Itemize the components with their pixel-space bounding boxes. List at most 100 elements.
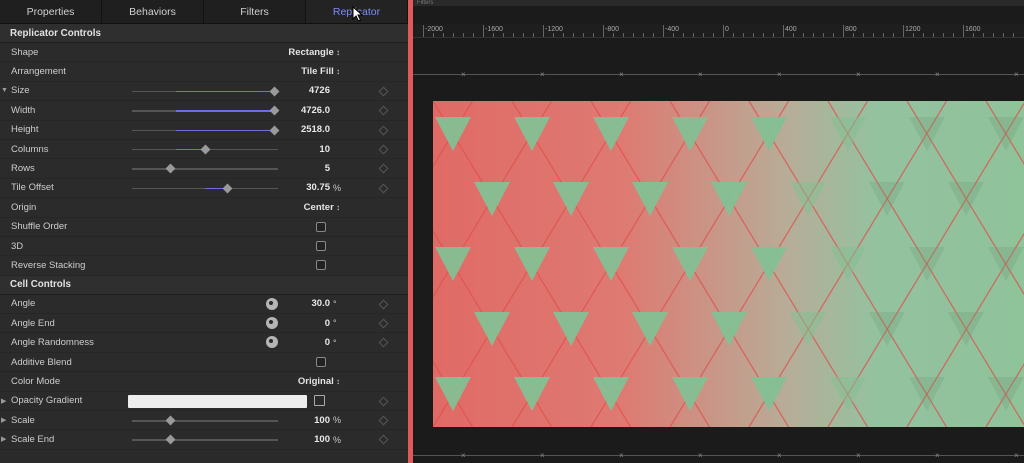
keyframe-icon[interactable] (378, 318, 389, 329)
rows-label: Rows (11, 163, 35, 175)
shape-dropdown[interactable]: Rectangle (288, 47, 340, 58)
track-marker-icon[interactable]: × (540, 70, 545, 79)
track-marker-icon[interactable]: × (777, 70, 782, 79)
slider-knob[interactable] (222, 183, 233, 194)
disclosure-triangle-icon[interactable]: ▼ (1, 87, 8, 94)
gradient-preset-icon[interactable] (314, 394, 325, 406)
replicator-canvas[interactable] (433, 101, 1024, 427)
keyframe-icon[interactable] (378, 338, 389, 348)
track-marker-icon[interactable]: × (461, 451, 466, 460)
shuffle-order-checkbox[interactable] (316, 221, 326, 232)
ruler-tick (843, 25, 844, 37)
keyframe-icon[interactable] (378, 396, 389, 407)
track-marker-icon[interactable]: × (619, 70, 624, 79)
mouse-cursor-icon (352, 6, 364, 22)
disclosure-triangle-icon[interactable]: ▶ (1, 397, 6, 405)
keyframe-icon[interactable] (378, 415, 389, 426)
keyframe-icon[interactable] (378, 86, 389, 97)
tile-offset-slider[interactable] (132, 183, 278, 194)
track-marker-icon[interactable]: × (461, 70, 466, 79)
scale-end-slider[interactable] (132, 434, 278, 445)
row-scale: ▶ Scale 100 % (0, 411, 408, 431)
track-marker-icon[interactable]: × (777, 451, 782, 460)
tab-behaviors[interactable]: Behaviors (102, 0, 204, 23)
keyframe-icon[interactable] (378, 434, 389, 445)
size-value[interactable]: 4726 (309, 85, 330, 96)
keyframe-icon[interactable] (378, 125, 389, 136)
slider-knob[interactable] (165, 163, 176, 174)
tile-offset-unit: % (333, 182, 342, 193)
row-angle-end: Angle End 0 ° (0, 314, 408, 334)
ruler-tick (953, 33, 954, 37)
track-marker-icon[interactable]: × (856, 451, 861, 460)
angle-end-dial-icon[interactable] (266, 317, 278, 330)
ruler-tick-label: -1200 (545, 26, 563, 33)
ruler-tick (943, 33, 944, 37)
width-value[interactable]: 4726.0 (301, 105, 330, 116)
slider-knob[interactable] (269, 86, 280, 97)
additive-blend-checkbox[interactable] (316, 356, 326, 367)
track-marker-icon[interactable]: × (698, 451, 703, 460)
slider-knob[interactable] (269, 105, 280, 116)
angle-randomness-value[interactable]: 0 (325, 337, 330, 348)
rows-slider[interactable] (132, 163, 278, 174)
ruler-tick-label: 1600 (965, 26, 981, 33)
ruler-tick (633, 33, 634, 37)
keyframe-icon[interactable] (378, 105, 389, 116)
ruler-tick (573, 33, 574, 37)
keyframe-icon[interactable] (378, 299, 389, 310)
track-marker-icon[interactable]: × (1014, 451, 1019, 460)
ruler-tick (673, 33, 674, 37)
height-slider[interactable] (132, 125, 280, 136)
three-d-checkbox[interactable] (316, 240, 326, 251)
tab-properties[interactable]: Properties (0, 0, 102, 23)
keyframe-icon[interactable] (378, 183, 389, 194)
opacity-gradient-bar[interactable] (128, 394, 307, 408)
tab-filters[interactable]: Filters (204, 0, 306, 23)
keyframe-icon[interactable] (378, 144, 389, 155)
ruler-tick (833, 33, 834, 37)
scale-value[interactable]: 100 (314, 415, 330, 426)
rows-value[interactable]: 5 (325, 163, 330, 174)
color-mode-dropdown[interactable]: Original (298, 376, 340, 387)
ruler-tick (963, 25, 964, 37)
origin-dropdown[interactable]: Center (304, 202, 340, 213)
disclosure-triangle-icon[interactable]: ▶ (1, 416, 6, 424)
angle-label: Angle (11, 298, 36, 310)
track-marker-icon[interactable]: × (1014, 70, 1019, 79)
track-marker-icon[interactable]: × (935, 451, 940, 460)
reverse-stacking-checkbox[interactable] (316, 260, 326, 271)
track-marker-icon[interactable]: × (856, 70, 861, 79)
arrangement-dropdown[interactable]: Tile Fill (301, 66, 340, 77)
row-origin: Origin Center (0, 198, 408, 218)
disclosure-triangle-icon[interactable]: ▶ (1, 435, 6, 443)
track-marker-icon[interactable]: × (619, 451, 624, 460)
track-marker-icon[interactable]: × (935, 70, 940, 79)
slider-knob[interactable] (200, 144, 211, 155)
width-slider[interactable] (132, 105, 280, 116)
angle-value[interactable]: 30.0 (312, 298, 331, 309)
slider-knob[interactable] (165, 434, 176, 445)
width-label: Width (11, 104, 36, 116)
ruler-tick (703, 33, 704, 37)
slider-knob[interactable] (269, 125, 280, 136)
timing-track-bottom (413, 455, 1024, 456)
columns-slider[interactable] (132, 144, 278, 155)
angle-randomness-dial-icon[interactable] (266, 336, 278, 349)
row-size: ▼ Size 4726 (0, 81, 408, 102)
scale-end-value[interactable]: 100 (314, 434, 330, 445)
height-value[interactable]: 2518.0 (301, 124, 330, 135)
slider-knob[interactable] (165, 415, 176, 426)
tile-offset-value[interactable]: 30.75 (306, 182, 330, 193)
row-shuffle-order: Shuffle Order (0, 217, 408, 237)
angle-dial-icon[interactable] (266, 297, 278, 310)
size-slider[interactable] (132, 86, 280, 97)
row-opacity-gradient: ▶ Opacity Gradient (0, 391, 408, 412)
ruler-tick (643, 33, 644, 37)
track-marker-icon[interactable]: × (540, 451, 545, 460)
angle-end-value[interactable]: 0 (325, 318, 330, 329)
columns-value[interactable]: 10 (319, 144, 330, 155)
keyframe-icon[interactable] (378, 163, 389, 174)
track-marker-icon[interactable]: × (698, 70, 703, 79)
scale-slider[interactable] (132, 415, 278, 426)
